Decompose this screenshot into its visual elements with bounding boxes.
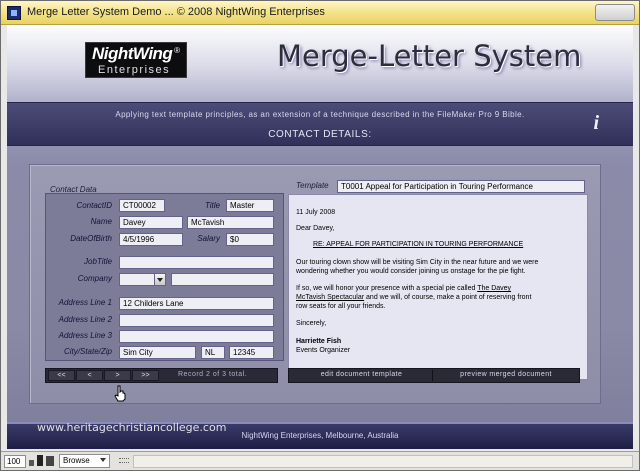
contact-panel: Contact Data Template T0001 Appeal for P…: [29, 164, 601, 404]
window-controls[interactable]: [595, 4, 635, 21]
address1-label: Address Line 1: [58, 298, 112, 307]
footer-bar: www.heritagechristiancollege.com NightWi…: [7, 421, 633, 449]
pie-name-link-part2: McTavish Spectacular: [296, 294, 365, 301]
salary-field[interactable]: $0: [226, 233, 274, 246]
address2-label: Address Line 2: [58, 315, 112, 324]
company-label: Company: [77, 274, 112, 283]
salary-label: Salary: [197, 234, 220, 243]
letter-para2-pre: If so, we will honor your presence with …: [296, 285, 478, 292]
logo-line1: NightWing: [92, 44, 173, 63]
address1-field[interactable]: 12 Childers Lane: [119, 297, 274, 310]
dob-label: DateOfBirth: [70, 234, 112, 243]
address2-field[interactable]: [119, 314, 274, 327]
layout-content: NightWing ® Enterprises Merge-Letter Sys…: [7, 25, 633, 449]
prev-record-button[interactable]: <: [76, 370, 103, 381]
letter-subject: RE: APPEAL FOR PARTICIPATION IN TOURING …: [313, 241, 524, 248]
job-title-label: JobTitle: [84, 257, 112, 266]
letter-para2-line2: McTavish Spectacular and we will, of cou…: [296, 293, 582, 302]
preview-merged-button[interactable]: preview merged document: [435, 370, 577, 381]
city-field[interactable]: Sim City: [119, 346, 196, 359]
chevron-down-icon[interactable]: [100, 458, 106, 462]
first-name-field[interactable]: Davey: [119, 216, 183, 229]
app-title: Merge-Letter System: [277, 39, 582, 73]
hand-cursor-icon: [114, 385, 126, 402]
letter-para2-line1: If so, we will honor your presence with …: [296, 284, 582, 293]
chevron-down-icon[interactable]: [154, 273, 166, 286]
horizontal-scrollbar[interactable]: [133, 455, 633, 468]
info-icon[interactable]: i: [593, 112, 599, 135]
last-record-button[interactable]: >>: [132, 370, 159, 381]
name-label: Name: [90, 217, 112, 226]
zoom-level[interactable]: 100: [4, 455, 26, 468]
letter-signer: Harriette Fish: [296, 338, 342, 345]
next-record-button[interactable]: >: [104, 370, 131, 381]
contact-id-label: ContactID: [76, 201, 112, 210]
record-navigation: << < > >> Record 2 of 3 total.: [45, 368, 278, 383]
letter-preview[interactable]: 11 July 2008 Dear Davey, RE: APPEAL FOR …: [288, 194, 588, 380]
section-title: CONTACT DETAILS:: [268, 129, 372, 140]
last-name-field[interactable]: McTavish: [187, 216, 274, 229]
edit-template-button[interactable]: edit document template: [291, 370, 433, 381]
filemaker-app-icon: [7, 6, 21, 20]
title-field[interactable]: Master: [226, 199, 274, 212]
grip-icon[interactable]: [119, 458, 129, 463]
letter-para2-post: and we will, of course, make a point of …: [364, 294, 532, 301]
logo-line2: Enterprises: [98, 64, 171, 76]
zoom-out-icon[interactable]: [29, 460, 34, 466]
city-state-zip-label: City/State/Zip: [63, 347, 112, 356]
letter-para1-line1: Our touring clown show will be visiting …: [296, 259, 539, 266]
company-extra-field[interactable]: [171, 273, 274, 286]
contact-id-field[interactable]: CT00002: [119, 199, 165, 212]
letter-signer-title: Events Organizer: [296, 347, 351, 354]
address3-field[interactable]: [119, 330, 274, 343]
record-status: Record 2 of 3 total.: [178, 371, 248, 378]
description-text: Applying text template principles, as an…: [115, 110, 525, 119]
footer-text: NightWing Enterprises, Melbourne, Austra…: [241, 431, 399, 440]
dob-field[interactable]: 4/5/1996: [119, 233, 183, 246]
app-window: Merge Letter System Demo ... © 2008 Nigh…: [0, 0, 640, 471]
address3-label: Address Line 3: [58, 331, 112, 340]
contact-data-box: ContactID CT00002 Title Master Name Dave…: [45, 193, 284, 361]
header-band: Applying text template principles, as an…: [7, 102, 633, 146]
pie-name-link-part1: The Davey: [477, 285, 512, 292]
status-toggle-icon[interactable]: [46, 456, 54, 466]
title-bar[interactable]: Merge Letter System Demo ... © 2008 Nigh…: [1, 1, 639, 25]
first-record-button[interactable]: <<: [48, 370, 75, 381]
window-title: Merge Letter System Demo ... © 2008 Nigh…: [27, 6, 325, 18]
nightwing-logo: NightWing ® Enterprises: [85, 42, 187, 78]
letter-date: 11 July 2008: [296, 209, 336, 216]
zoom-in-icon[interactable]: [37, 455, 43, 466]
letter-closing: Sincerely,: [296, 320, 327, 327]
letter-salutation: Dear Davey,: [296, 225, 335, 232]
status-bar: 100 Browse: [1, 451, 639, 470]
state-field[interactable]: NL: [201, 346, 225, 359]
company-dropdown[interactable]: [119, 273, 156, 286]
template-field[interactable]: T0001 Appeal for Participation in Tourin…: [337, 180, 585, 193]
template-label: Template: [296, 181, 329, 190]
action-bar: edit document template preview merged do…: [288, 368, 580, 383]
title-label: Title: [204, 201, 220, 210]
logo-registered: ®: [174, 46, 180, 55]
letter-para2-line3: row seats for all your friends.: [296, 303, 386, 310]
job-title-field[interactable]: [119, 256, 274, 269]
zip-field[interactable]: 12345: [229, 346, 274, 359]
letter-para1-line2: wondering whether you would consider joi…: [296, 268, 526, 275]
